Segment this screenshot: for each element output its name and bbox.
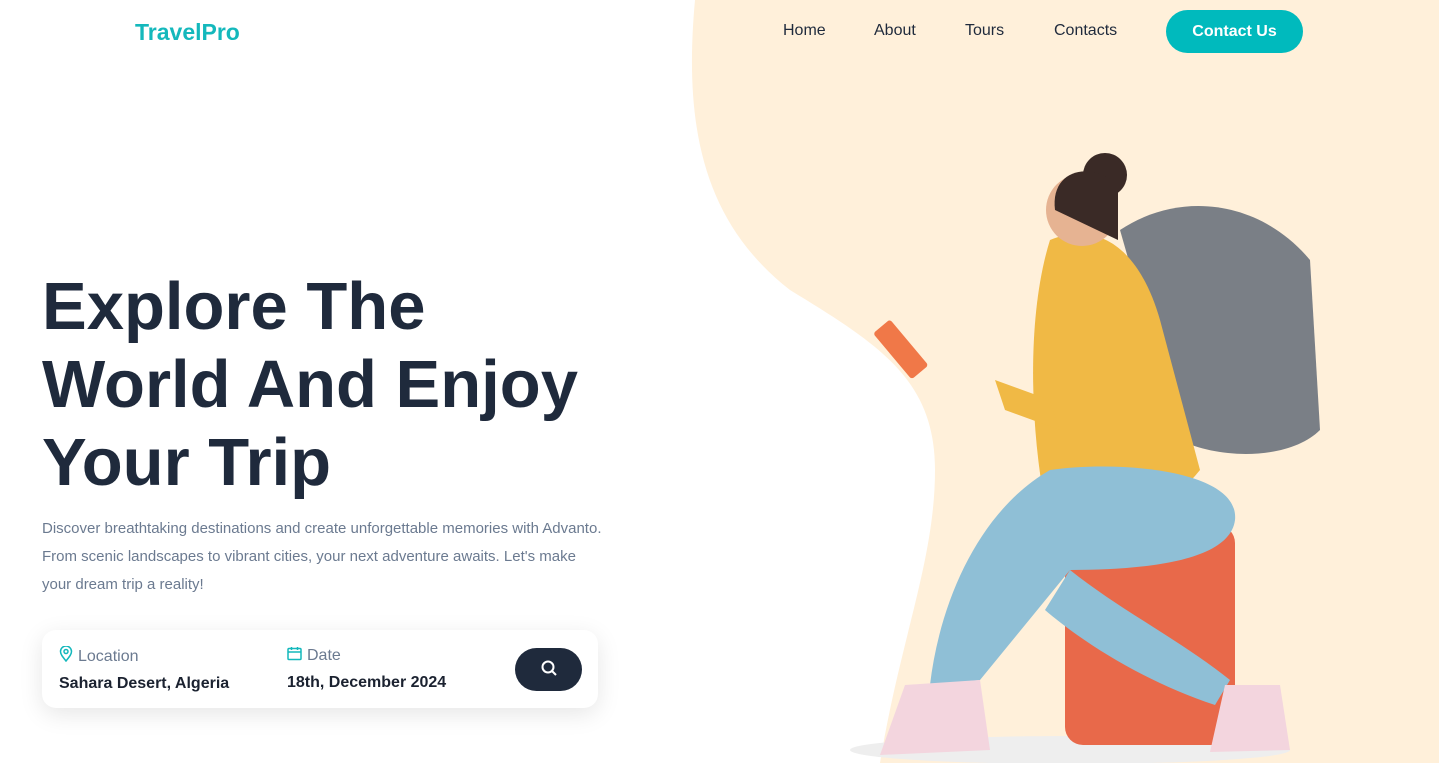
search-button[interactable] xyxy=(515,648,582,691)
hero-description: Discover breathtaking destinations and c… xyxy=(42,520,602,593)
logo[interactable]: TravelPro xyxy=(135,19,240,46)
calendar-icon xyxy=(287,646,302,666)
location-value: Sahara Desert, Algeria xyxy=(59,675,230,692)
search-bar: Location Sahara Desert, Algeria Date 18t… xyxy=(42,630,598,708)
nav-contacts[interactable]: Contacts xyxy=(1054,22,1117,40)
nav-home[interactable]: Home xyxy=(783,22,826,40)
map-pin-icon xyxy=(59,645,73,667)
search-icon xyxy=(540,659,558,680)
date-value: 18th, December 2024 xyxy=(287,674,447,691)
contact-us-button[interactable]: Contact Us xyxy=(1166,10,1303,53)
nav-tours[interactable]: Tours xyxy=(965,22,1004,40)
location-field[interactable]: Location Sahara Desert, Algeria xyxy=(59,645,230,693)
location-label: Location xyxy=(78,647,139,665)
hero-title: Explore The World And Enjoy Your Trip xyxy=(42,269,578,500)
traveler-image xyxy=(850,153,1320,763)
date-label: Date xyxy=(307,647,341,664)
date-field[interactable]: Date 18th, December 2024 xyxy=(287,646,446,692)
nav-about[interactable]: About xyxy=(874,22,916,40)
